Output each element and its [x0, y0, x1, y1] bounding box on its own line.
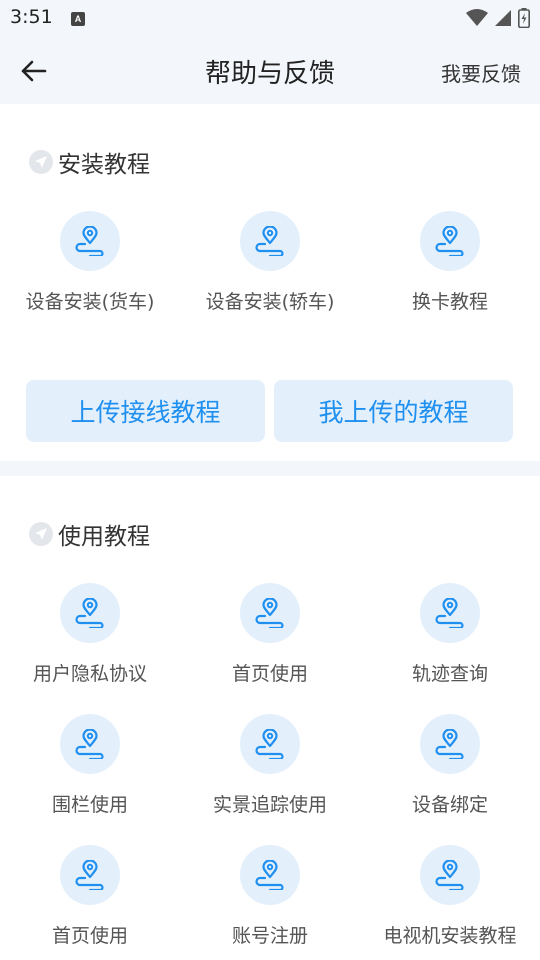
tutorial-item-label: 围栏使用: [51, 794, 128, 816]
route-location-icon: [240, 714, 300, 774]
route-location-icon: [60, 714, 120, 774]
status-icons: [466, 8, 530, 28]
route-location-icon: [60, 211, 120, 271]
tutorial-item-account-register[interactable]: 账号注册: [180, 845, 360, 948]
route-location-icon: [60, 583, 120, 643]
tutorial-item-privacy-agreement[interactable]: 用户隐私协议: [0, 583, 180, 686]
route-location-icon: [420, 211, 480, 271]
route-location-icon: [420, 845, 480, 905]
tutorial-item-truck-install[interactable]: 设备安装(货车): [0, 211, 180, 314]
tutorial-item-label: 电视机安装教程: [383, 925, 517, 947]
nav-bar: 帮助与反馈 我要反馈: [0, 36, 540, 104]
install-section-header: 安装教程: [29, 145, 150, 179]
tutorial-item-label: 账号注册: [231, 925, 308, 947]
status-time: 3:51: [10, 6, 53, 28]
paper-plane-icon: [29, 150, 53, 174]
route-location-icon: [240, 845, 300, 905]
arrow-left-icon: [21, 60, 47, 82]
route-location-icon: [60, 845, 120, 905]
signal-icon: [495, 10, 511, 26]
tutorial-item-label: 实景追踪使用: [212, 794, 327, 816]
tutorial-item-label: 轨迹查询: [411, 663, 488, 685]
tutorial-item-label: 首页使用: [51, 925, 128, 947]
tutorial-item-card-swap[interactable]: 换卡教程: [360, 211, 540, 314]
tutorial-item-car-install[interactable]: 设备安装(轿车): [180, 211, 360, 314]
install-section-title: 安装教程: [58, 152, 150, 178]
tutorial-item-device-binding[interactable]: 设备绑定: [360, 714, 540, 817]
tutorial-item-home-usage[interactable]: 首页使用: [180, 583, 360, 686]
tutorial-item-geofence[interactable]: 围栏使用: [0, 714, 180, 817]
install-tutorials-card: 安装教程 设备安装(货车) 设备安装(轿车) 换卡教程 上传接线教程 我上传的教…: [0, 104, 540, 461]
tutorial-item-tv-install[interactable]: 电视机安装教程: [360, 845, 540, 948]
tutorial-item-label: 首页使用: [231, 663, 308, 685]
route-location-icon: [420, 583, 480, 643]
notification-a-icon: A: [71, 12, 85, 26]
status-bar: 3:51 A: [0, 0, 540, 36]
tutorial-item-label: 设备安装(轿车): [205, 291, 335, 313]
feedback-button[interactable]: 我要反馈: [441, 58, 521, 87]
tutorial-item-home-usage-2[interactable]: 首页使用: [0, 845, 180, 948]
route-location-icon: [240, 583, 300, 643]
tutorial-item-label: 换卡教程: [411, 291, 488, 313]
usage-tutorials-card: 使用教程 用户隐私协议 首页使用 轨迹查询 围栏使用 实景追踪使用 设备绑定 首…: [0, 476, 540, 960]
battery-icon: [518, 8, 530, 28]
tutorial-item-label: 用户隐私协议: [32, 663, 147, 685]
back-button[interactable]: [16, 54, 50, 88]
tutorial-item-label: 设备安装(货车): [25, 291, 155, 313]
route-location-icon: [240, 211, 300, 271]
wifi-icon: [466, 9, 488, 26]
upload-wiring-tutorial-button[interactable]: 上传接线教程: [26, 380, 265, 442]
paper-plane-icon: [29, 522, 53, 546]
route-location-icon: [420, 714, 480, 774]
tutorial-item-track-query[interactable]: 轨迹查询: [360, 583, 540, 686]
usage-section-title: 使用教程: [58, 524, 150, 550]
usage-section-header: 使用教程: [29, 517, 150, 551]
my-uploaded-tutorials-button[interactable]: 我上传的教程: [274, 380, 513, 442]
tutorial-item-live-tracking[interactable]: 实景追踪使用: [180, 714, 360, 817]
tutorial-item-label: 设备绑定: [411, 794, 488, 816]
